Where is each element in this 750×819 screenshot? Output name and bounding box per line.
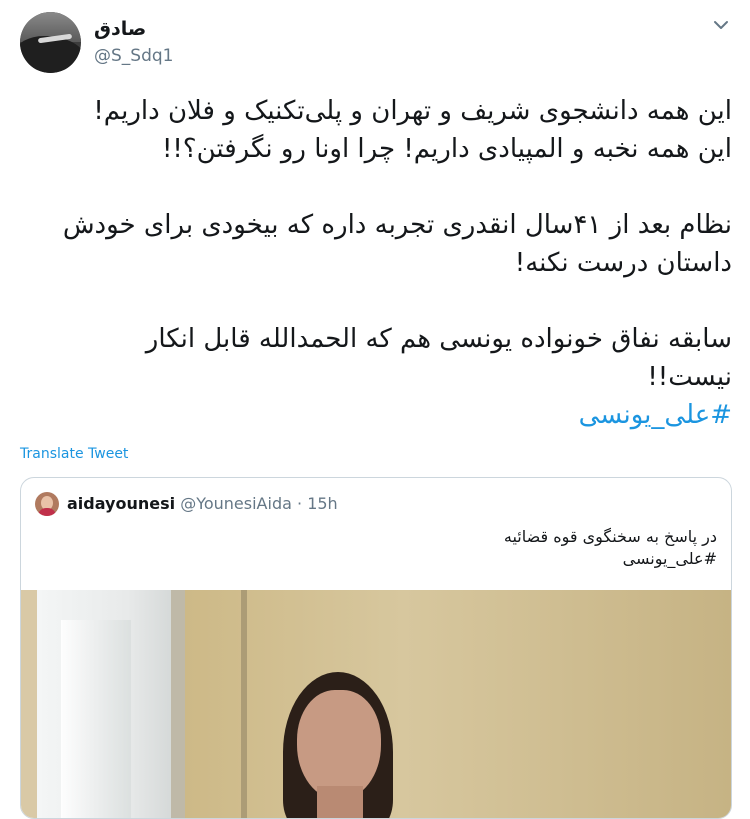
tweet-line: داستان درست نکنه! [514, 248, 732, 278]
translate-tweet-link[interactable]: Translate Tweet [20, 446, 128, 462]
tweet-line: سابقه نفاق خونواده یونسی هم که الحمدالله… [145, 324, 732, 354]
dot-separator: · [297, 494, 303, 513]
video-thumbnail[interactable] [21, 590, 731, 818]
tweet-line: این همه نخبه و المپیادی داریم! چرا اونا … [161, 134, 732, 164]
quoted-author-handle[interactable]: @YounesiAida [180, 494, 292, 513]
author-handle[interactable]: @S_Sdq1 [94, 46, 173, 66]
author-avatar[interactable] [20, 12, 81, 73]
quoted-hashtag[interactable]: #علی_یونسی [504, 548, 717, 570]
quoted-header: aidayounesi @YounesiAida · 15h [67, 494, 338, 513]
author-display-name[interactable]: صادق [94, 18, 146, 40]
tweet-line: نیست!! [647, 362, 732, 392]
quoted-text: در پاسخ به سخنگوی قوه قضائیه #علی_یونسی [504, 526, 717, 570]
tweet-line: نظام بعد از ۴۱سال انقدری تجربه داره که ب… [62, 210, 732, 240]
quoted-author-name[interactable]: aidayounesi [67, 494, 175, 513]
quoted-author-avatar[interactable] [35, 492, 59, 516]
hashtag-link[interactable]: #علی_یونسی [20, 396, 732, 434]
tweet-text: این همه دانشجوی شریف و تهران و پلی‌تکنیک… [20, 92, 732, 434]
quoted-tweet[interactable]: aidayounesi @YounesiAida · 15h در پاسخ ب… [20, 477, 732, 819]
quoted-text-line: در پاسخ به سخنگوی قوه قضائیه [503, 527, 717, 546]
quoted-timestamp[interactable]: 15h [307, 494, 338, 513]
chevron-down-icon[interactable] [710, 14, 732, 36]
tweet-line: این همه دانشجوی شریف و تهران و پلی‌تکنیک… [93, 96, 732, 126]
